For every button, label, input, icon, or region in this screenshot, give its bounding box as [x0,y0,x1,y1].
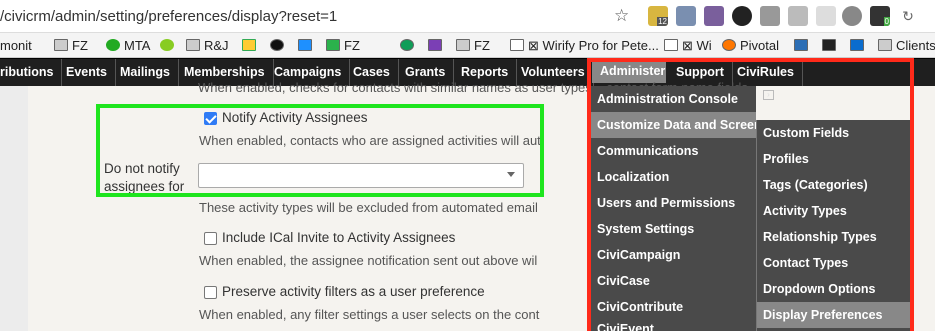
extension-icon-7[interactable] [816,6,836,26]
drive-icon [242,39,256,51]
bookmark-power[interactable] [270,36,288,55]
extension-icon-9[interactable]: 0 [870,6,890,26]
bookmark-feedly[interactable]: FZ [326,36,360,55]
page-icon [510,39,524,51]
bookmark-drive[interactable] [242,36,260,55]
folder-icon [54,39,68,51]
folder-icon [456,39,470,51]
bookmarks-bar: monit FZ MTA R&J FZ FZ ⊠ Wirify Pro for … [0,33,935,58]
ical-invite-checkbox[interactable] [204,232,217,245]
bookmark-play[interactable] [298,36,316,55]
excluded-types-help: These activity types will be excluded fr… [199,200,538,215]
bookmark-hangouts[interactable] [400,36,418,55]
sg-icon [822,39,836,51]
bookmark-paypal[interactable] [850,36,868,55]
bookmark-wi[interactable]: ⊠ Wi [664,36,712,55]
pivotal-icon [722,39,736,51]
mta-icon [106,39,120,51]
visual-studio-icon [428,39,442,51]
bookmark-mta[interactable]: MTA [106,36,150,55]
power-icon [270,39,284,51]
feedly-icon [326,39,340,51]
page-icon [664,39,678,51]
extension-icon-8[interactable] [842,6,862,26]
folder-icon [878,39,892,51]
nav-contributions[interactable]: ributions [0,59,63,87]
bookmark-p[interactable] [794,36,812,55]
ical-invite-label: Include ICal Invite to Activity Assignee… [222,230,456,245]
bookmark-sg[interactable] [822,36,840,55]
bookmark-clients[interactable]: Clients [878,36,935,55]
red-highlight-box [587,58,914,331]
bookmark-pivotal[interactable]: Pivotal [722,36,779,55]
nav-events[interactable]: Events [58,59,116,87]
extension-icon-5[interactable] [760,6,780,26]
bookmark-visual[interactable] [428,36,446,55]
bookmark-monit[interactable]: monit [0,36,32,55]
extension-badge: 0 [883,17,890,26]
reload-icon[interactable]: ↻ [898,6,918,26]
bookmark-star-icon[interactable]: ☆ [614,6,632,26]
green-highlight-box [96,104,544,197]
paypal-icon [850,39,864,51]
p-logo-icon [794,39,808,51]
folder-icon [186,39,200,51]
browser-toolbar: /civicrm/admin/setting/preferences/displ… [0,0,935,33]
extension-icon-6[interactable] [788,6,808,26]
bookmark-fz-folder[interactable]: FZ [54,36,88,55]
preserve-filters-label: Preserve activity filters as a user pref… [222,284,485,299]
m-logo-icon [160,39,174,51]
bookmark-wirify[interactable]: ⊠ Wirify Pro for Pete... [510,36,659,55]
bookmark-rj-folder[interactable]: R&J [186,36,229,55]
extension-icon-4[interactable] [732,6,752,26]
extension-icon-3[interactable] [704,6,724,26]
nav-mailings[interactable]: Mailings [112,59,180,87]
ical-invite-help: When enabled, the assignee notification … [199,253,538,268]
address-bar[interactable]: /civicrm/admin/setting/preferences/displ… [0,0,337,33]
extension-icon-2[interactable] [676,6,696,26]
preserve-filters-help: When enabled, any filter settings a user… [199,307,540,322]
extension-icon-1[interactable]: 12 [648,6,668,26]
hangouts-icon [400,39,414,51]
preserve-filters-checkbox[interactable] [204,286,217,299]
extension-badge: 12 [657,17,668,26]
bookmark-fz-folder-2[interactable]: FZ [456,36,490,55]
bookmark-m[interactable] [160,36,178,55]
play-icon [298,39,312,51]
